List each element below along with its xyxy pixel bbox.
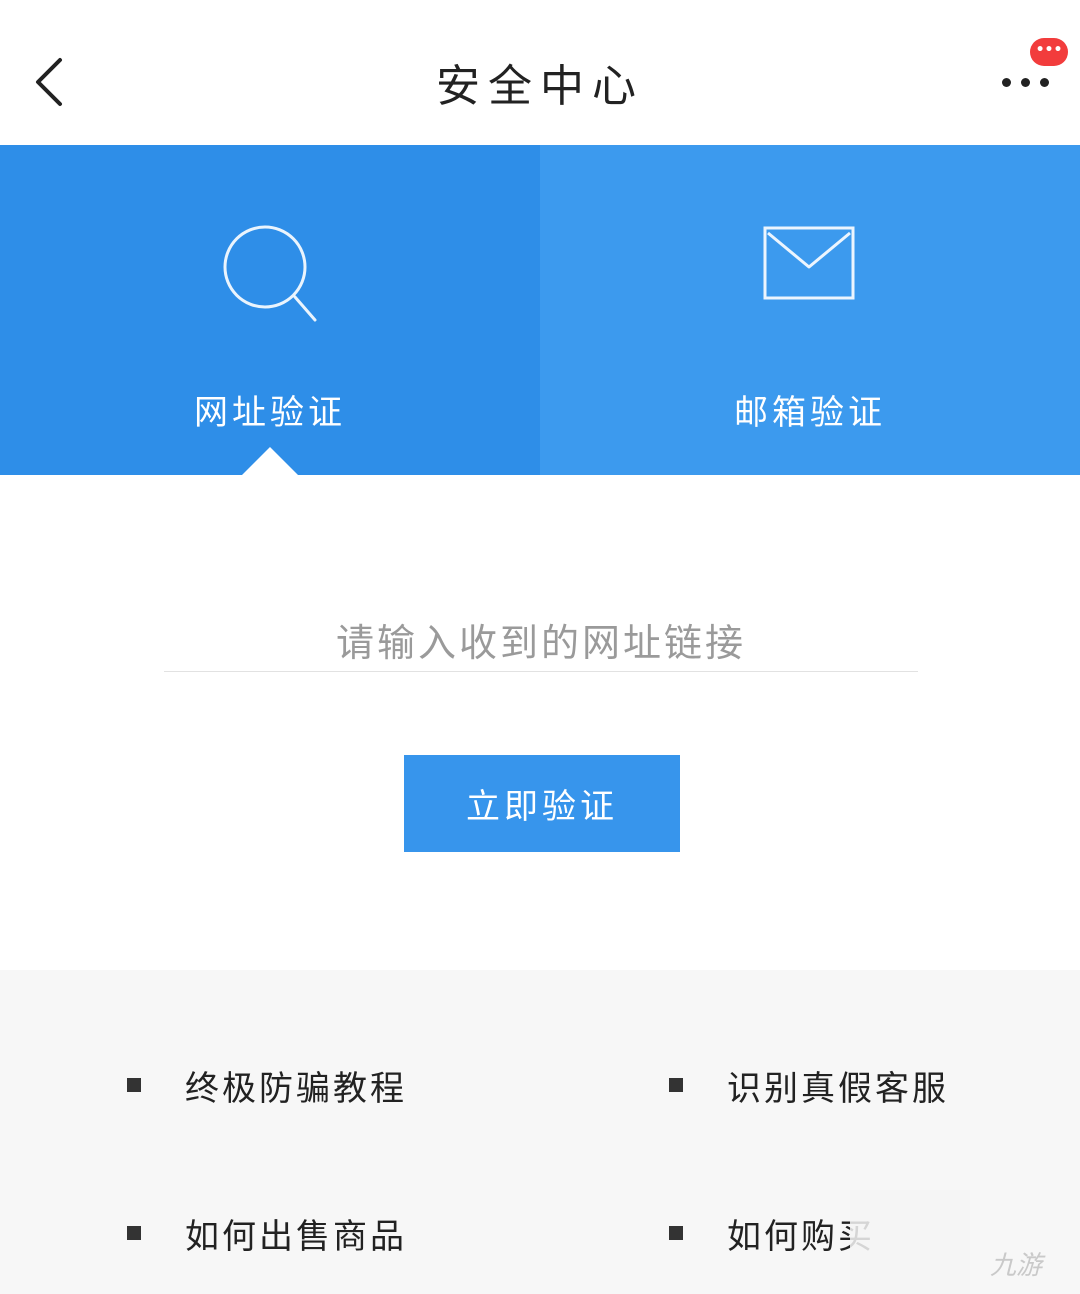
tab-url-verify[interactable]: 网址验证 (0, 145, 540, 475)
tab-url-label: 网址验证 (194, 393, 346, 433)
verify-now-button[interactable]: 立即验证 (404, 755, 680, 852)
page-title: 安全中心 (436, 61, 644, 112)
search-icon (223, 225, 317, 322)
link-label: 如何出售商品 (185, 1216, 407, 1257)
bullet-icon (127, 1078, 141, 1092)
link-label: 识别真假客服 (727, 1068, 949, 1109)
active-tab-indicator (242, 447, 298, 475)
bullet-icon (669, 1226, 683, 1240)
tab-email-verify[interactable]: 邮箱验证 (540, 145, 1080, 475)
link-label: 终极防骗教程 (185, 1068, 407, 1109)
watermark: 九游 (990, 1251, 1043, 1281)
verification-tabs: 网址验证 邮箱验证 (0, 145, 1080, 475)
more-button[interactable]: ••• (990, 38, 1068, 110)
top-bar: 安全中心 ••• (0, 0, 1080, 145)
link-how-to-sell[interactable]: 如何出售商品 (127, 1203, 407, 1263)
bullet-icon (127, 1226, 141, 1240)
link-how-to-buy[interactable]: 如何购买 (669, 1203, 875, 1263)
link-identify-customer-service[interactable]: 识别真假客服 (669, 1055, 949, 1115)
blurred-overlay (850, 1190, 970, 1294)
link-anti-fraud-tutorial[interactable]: 终极防骗教程 (127, 1055, 407, 1115)
url-input[interactable] (164, 615, 918, 672)
tab-email-label: 邮箱验证 (734, 393, 886, 433)
more-dots-icon (1002, 78, 1049, 87)
mail-icon (763, 226, 855, 300)
notification-badge: ••• (1030, 38, 1068, 66)
bullet-icon (669, 1078, 683, 1092)
